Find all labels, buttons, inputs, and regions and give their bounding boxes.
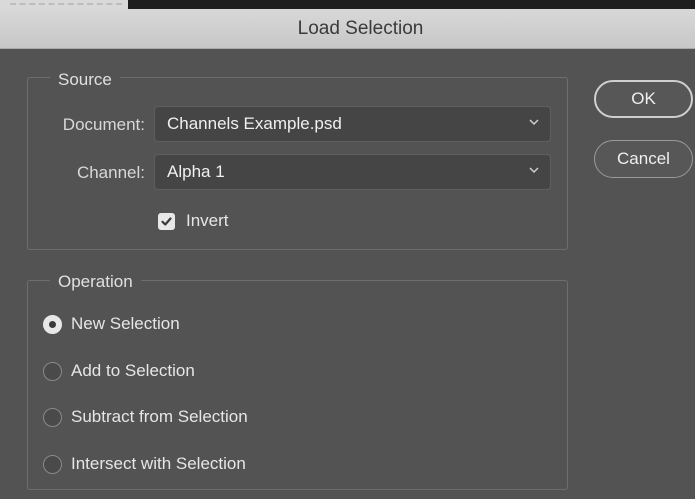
radio-button[interactable]	[43, 454, 62, 474]
channel-select[interactable]: Alpha 1	[154, 154, 551, 190]
radio-button[interactable]	[43, 407, 62, 427]
channel-value: Alpha 1	[167, 162, 225, 181]
chevron-down-icon	[529, 167, 539, 174]
marquee-dashes	[0, 0, 128, 9]
channel-label: Channel:	[76, 163, 145, 182]
ok-button[interactable]: OK	[594, 80, 693, 118]
radio-label: New Selection	[71, 314, 180, 333]
cancel-button[interactable]: Cancel	[594, 140, 693, 178]
radio-new-selection[interactable]: New Selection	[43, 314, 180, 334]
radio-button[interactable]	[43, 361, 62, 381]
radio-label: Add to Selection	[71, 361, 195, 380]
background-app-strip	[0, 0, 695, 9]
radio-label: Subtract from Selection	[71, 407, 248, 426]
document-select[interactable]: Channels Example.psd	[154, 106, 551, 142]
checkmark-icon	[161, 217, 172, 226]
radio-label: Intersect with Selection	[71, 454, 246, 473]
document-label: Document:	[62, 115, 145, 134]
source-legend: Source	[50, 70, 120, 90]
radio-intersect-with-selection[interactable]: Intersect with Selection	[43, 454, 246, 474]
radio-button[interactable]	[43, 314, 62, 334]
dialog-title: Load Selection	[297, 17, 424, 39]
operation-legend: Operation	[50, 272, 141, 292]
chevron-down-icon	[529, 119, 539, 126]
invert-label[interactable]: Invert	[186, 211, 229, 231]
radio-add-to-selection[interactable]: Add to Selection	[43, 361, 195, 381]
radio-subtract-from-selection[interactable]: Subtract from Selection	[43, 407, 248, 427]
dialog-titlebar[interactable]: Load Selection	[0, 9, 695, 49]
invert-checkbox[interactable]	[158, 213, 175, 230]
document-value: Channels Example.psd	[167, 114, 342, 133]
